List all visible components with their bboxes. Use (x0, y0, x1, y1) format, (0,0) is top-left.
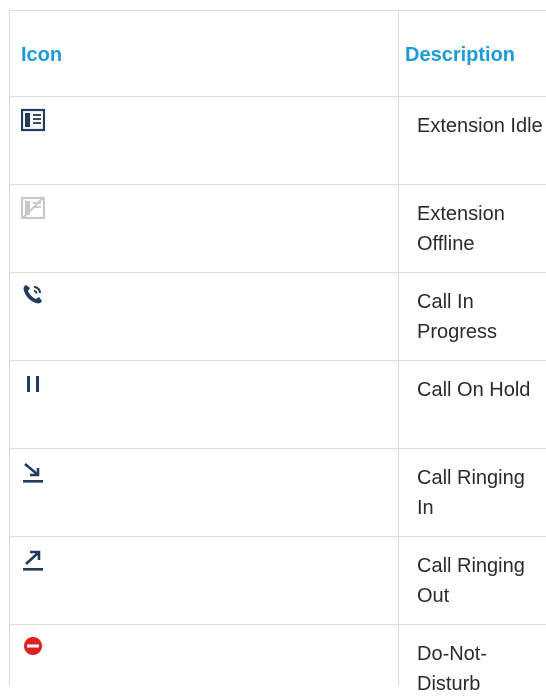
row-divider (9, 448, 546, 449)
icon-legend-table: Icon Description Extension Idle Extensio… (9, 10, 546, 695)
row-description: Call Ringing Out (417, 555, 525, 607)
row-divider (9, 272, 546, 273)
table-top-border (9, 10, 546, 11)
row-divider (9, 184, 546, 185)
call-in-progress-icon (23, 285, 42, 304)
call-ringing-out-icon (23, 550, 43, 571)
column-header-description: Description (405, 44, 516, 66)
row-description: Extension Idle (417, 115, 543, 137)
extension-offline-icon (21, 196, 45, 220)
row-description: Call In Progress (417, 291, 498, 343)
table-left-border (9, 10, 10, 686)
column-header-icon: Icon (21, 44, 63, 66)
call-on-hold-icon (27, 376, 39, 392)
row-divider (9, 360, 546, 361)
row-divider (9, 624, 546, 625)
do-not-disturb-icon (24, 637, 42, 655)
row-divider (9, 96, 546, 97)
extension-idle-icon (21, 108, 45, 132)
row-description: Call Ringing In (417, 467, 525, 519)
column-divider (398, 10, 399, 686)
call-ringing-in-icon (23, 463, 43, 483)
row-description: Do-Not-Disturb (417, 643, 488, 695)
row-divider (9, 536, 546, 537)
row-description: Call On Hold (417, 379, 531, 401)
row-description: Extension Offline (417, 203, 505, 255)
